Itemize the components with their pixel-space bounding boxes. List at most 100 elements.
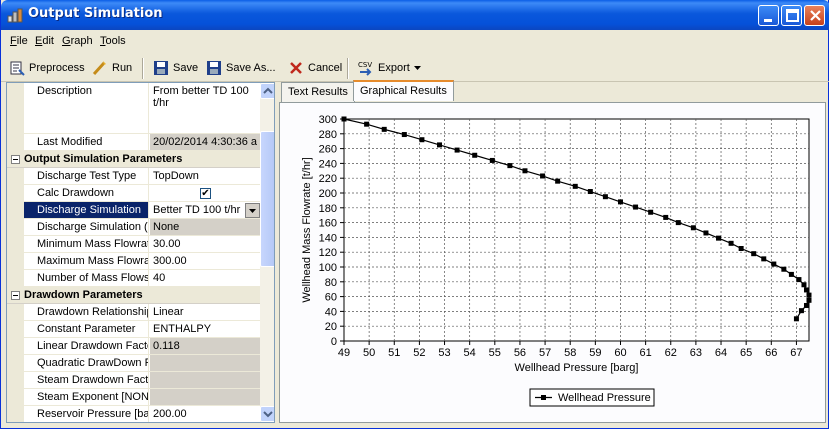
save-as-button[interactable]: Save As... xyxy=(206,58,276,78)
property-row-quadratic-drawdown-factor[interactable]: Quadratic DrawDown F xyxy=(7,355,260,372)
title-bar[interactable]: Output Simulation xyxy=(1,0,829,30)
tab-text-results[interactable]: Text Results xyxy=(281,82,355,102)
y-tick-label: 260 xyxy=(319,144,337,156)
scroll-thumb[interactable] xyxy=(260,131,274,267)
y-tick-label: 280 xyxy=(319,129,337,141)
data-point xyxy=(793,316,799,322)
property-row-linear-drawdown-factor[interactable]: Linear Drawdown Facto 0.118 xyxy=(7,338,260,355)
data-point xyxy=(788,271,794,277)
x-tick-label: 52 xyxy=(413,347,425,359)
tab-graphical-results[interactable]: Graphical Results xyxy=(353,80,454,101)
chevron-up-icon xyxy=(263,87,273,94)
property-value[interactable]: ENTHALPY xyxy=(150,321,260,337)
property-row-reservoir-pressure[interactable]: Reservoir Pressure [ba 200.00 xyxy=(7,406,260,422)
plot-area xyxy=(343,118,810,342)
results-area: Text Results Graphical Results 49 50 51 52 5… xyxy=(279,80,826,423)
data-point xyxy=(798,308,804,314)
minimize-icon xyxy=(764,19,772,22)
property-name: Reservoir Pressure [ba xyxy=(24,406,149,422)
run-button[interactable]: Run xyxy=(92,58,132,78)
property-row-maximum-mass-flowrate[interactable]: Maximum Mass Flowrat 300.00 xyxy=(7,253,260,270)
property-grid[interactable]: Description From better TD 100 t/hr Last… xyxy=(6,82,275,423)
property-row-constant-parameter[interactable]: Constant Parameter ENTHALPY xyxy=(7,321,260,338)
data-point xyxy=(690,225,696,231)
save-label: Save xyxy=(173,62,199,74)
property-row-discharge-test-type[interactable]: Discharge Test Type TopDown xyxy=(7,168,260,185)
save-button[interactable]: Save xyxy=(153,58,198,78)
preprocess-button[interactable]: Preprocess xyxy=(9,58,85,78)
property-row-discharge-simulation[interactable]: Discharge Simulation Better TD 100 t/hr xyxy=(7,202,260,219)
property-row-drawdown-relationship[interactable]: Drawdown Relationship Linear xyxy=(7,304,260,321)
menu-file[interactable]: File xyxy=(10,35,28,47)
description-line-2: t/hr xyxy=(153,97,169,109)
graphical-results-panel: 49 50 51 52 53 54 55 56 57 58 59 60 61 62 63 64 65 66 67 0 2… xyxy=(279,102,826,423)
x-tick-label: 49 xyxy=(338,347,350,359)
property-name: Discharge Simulation (C xyxy=(24,219,149,235)
dropdown-button[interactable] xyxy=(245,203,260,218)
property-grid-scrollbar[interactable] xyxy=(260,83,274,422)
property-row-last-modified[interactable]: Last Modified 20/02/2014 4:30:36 a xyxy=(7,134,260,151)
property-value[interactable]: ✔ xyxy=(150,185,260,201)
discharge-simulation-select[interactable]: Better TD 100 t/hr xyxy=(153,204,240,216)
maximize-button[interactable] xyxy=(781,5,802,26)
property-row-steam-drawdown-factor[interactable]: Steam Drawdown Facto xyxy=(7,372,260,389)
data-point xyxy=(751,251,757,257)
calc-drawdown-checkbox[interactable]: ✔ xyxy=(200,188,211,199)
property-value[interactable]: TopDown xyxy=(150,168,260,184)
collapse-toggle-icon[interactable] xyxy=(11,291,20,300)
property-name: Last Modified xyxy=(24,134,149,150)
data-point xyxy=(728,240,734,246)
property-name: Linear Drawdown Facto xyxy=(24,338,149,354)
minimize-button[interactable] xyxy=(758,5,779,26)
data-point xyxy=(364,121,370,127)
csv-icon-label: CSV xyxy=(358,61,372,69)
data-point xyxy=(796,277,802,283)
data-point xyxy=(633,204,639,210)
property-row-steam-exponent[interactable]: Steam Exponent [NONI xyxy=(7,389,260,406)
property-value[interactable]: 300.00 xyxy=(150,253,260,269)
export-button[interactable]: CSV Export xyxy=(358,58,421,78)
property-value[interactable]: Better TD 100 t/hr xyxy=(150,202,260,218)
property-name: Maximum Mass Flowrat xyxy=(24,253,149,269)
property-value[interactable]: 200.00 xyxy=(150,406,260,422)
run-label: Run xyxy=(112,62,133,74)
property-value[interactable]: Linear xyxy=(150,304,260,320)
x-tick-label: 63 xyxy=(690,347,702,359)
y-tick-label: 80 xyxy=(325,277,337,289)
property-value[interactable]: 30.00 xyxy=(150,236,260,252)
cancel-button[interactable]: Cancel xyxy=(288,58,342,78)
scroll-down-button[interactable] xyxy=(260,406,274,422)
property-row-calc-drawdown[interactable]: Calc Drawdown ✔ xyxy=(7,185,260,202)
menu-edit[interactable]: Edit xyxy=(35,35,54,47)
y-tick-label: 140 xyxy=(319,232,337,244)
data-point xyxy=(454,147,460,153)
property-value[interactable]: 40 xyxy=(150,270,260,286)
property-name: Minimum Mass Flowrate xyxy=(24,236,149,252)
menu-graph[interactable]: Graph xyxy=(62,35,93,47)
cancel-label: Cancel xyxy=(308,62,343,74)
property-row-minimum-mass-flowrate[interactable]: Minimum Mass Flowrate 30.00 xyxy=(7,236,260,253)
y-tick-label: 220 xyxy=(319,173,337,185)
property-value: 0.118 xyxy=(150,338,260,354)
category-drawdown-parameters[interactable]: Drawdown Parameters xyxy=(7,287,260,304)
y-tick-label: 100 xyxy=(319,262,337,274)
property-row-discharge-simulation-c[interactable]: Discharge Simulation (C None xyxy=(7,219,260,236)
property-name: Discharge Simulation xyxy=(24,202,149,218)
data-point xyxy=(803,302,809,308)
data-point xyxy=(401,132,407,138)
property-row-number-of-mass-flows[interactable]: Number of Mass Flows 40 xyxy=(7,270,260,287)
property-value xyxy=(150,389,260,405)
scroll-up-button[interactable] xyxy=(260,83,274,99)
property-row-description[interactable]: Description From better TD 100 t/hr xyxy=(7,83,260,134)
y-tick-label: 0 xyxy=(331,336,337,348)
data-point xyxy=(761,256,767,262)
flowrate-chart[interactable]: 49 50 51 52 53 54 55 56 57 58 59 60 61 62 63 64 65 66 67 0 2… xyxy=(282,105,823,420)
close-button[interactable] xyxy=(804,5,825,26)
category-output-simulation-parameters[interactable]: Output Simulation Parameters xyxy=(7,151,260,168)
run-icon xyxy=(92,61,106,76)
property-value[interactable]: From better TD 100 t/hr xyxy=(150,83,260,133)
menu-tools[interactable]: Tools xyxy=(100,35,126,47)
y-tick-label: 300 xyxy=(319,114,337,126)
collapse-toggle-icon[interactable] xyxy=(11,155,20,164)
x-tick-label: 60 xyxy=(614,347,626,359)
